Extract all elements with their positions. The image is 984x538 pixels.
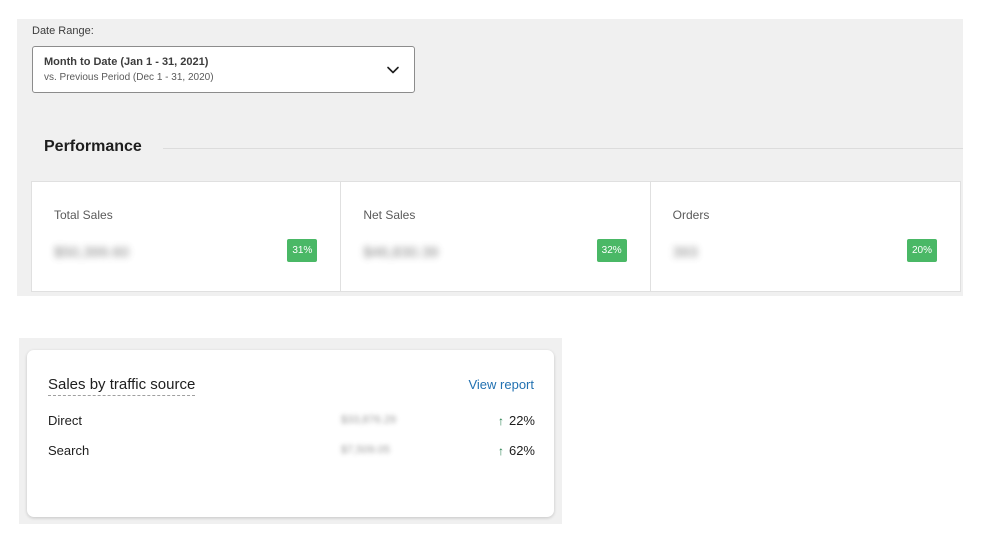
date-range-primary: Month to Date (Jan 1 - 31, 2021) [44, 56, 209, 68]
list-item: Search $7,509.05 ↑ 62% [48, 443, 535, 463]
tile-total-sales[interactable]: Total Sales $50,399.60 31% [32, 182, 342, 291]
tile-value: 393 [672, 244, 698, 261]
tile-value: $50,399.60 [54, 244, 130, 261]
change-badge: 32% [596, 239, 627, 262]
tile-label: Total Sales [54, 208, 113, 222]
view-report-link[interactable]: View report [468, 377, 534, 392]
source-name: Search [48, 443, 90, 458]
performance-tiles: Total Sales $50,399.60 31% Net Sales $46… [31, 181, 961, 292]
source-name: Direct [48, 413, 82, 428]
change-percent: 22% [508, 413, 535, 428]
tile-orders[interactable]: Orders 393 20% [651, 182, 960, 291]
source-value: $7,509.05 [341, 444, 390, 456]
tile-label: Net Sales [363, 208, 416, 222]
source-change: ↑ 22% [498, 413, 535, 428]
performance-divider [163, 148, 963, 149]
date-range-select[interactable]: Month to Date (Jan 1 - 31, 2021) vs. Pre… [32, 46, 415, 93]
chevron-down-icon [386, 63, 400, 77]
list-item: Direct $33,876.29 ↑ 22% [48, 413, 535, 433]
source-value: $33,876.29 [341, 414, 397, 426]
change-percent: 62% [508, 443, 535, 458]
date-range-secondary: vs. Previous Period (Dec 1 - 31, 2020) [44, 72, 214, 83]
arrow-up-icon: ↑ [497, 443, 504, 458]
source-change: ↑ 62% [498, 443, 535, 458]
card-title: Sales by traffic source [48, 376, 196, 396]
performance-heading: Performance [44, 138, 142, 155]
change-badge: 20% [906, 239, 937, 262]
analytics-panel: Date Range: Month to Date (Jan 1 - 31, 2… [17, 19, 963, 296]
tile-label: Orders [672, 208, 710, 222]
tile-net-sales[interactable]: Net Sales $46,830.39 32% [341, 182, 651, 291]
date-range-label: Date Range: [32, 25, 94, 37]
traffic-source-card: Sales by traffic source View report Dire… [27, 350, 554, 517]
arrow-up-icon: ↑ [497, 413, 504, 428]
change-badge: 31% [287, 239, 318, 262]
tile-value: $46,830.39 [363, 244, 439, 261]
traffic-card-wrapper: Sales by traffic source View report Dire… [19, 338, 562, 524]
